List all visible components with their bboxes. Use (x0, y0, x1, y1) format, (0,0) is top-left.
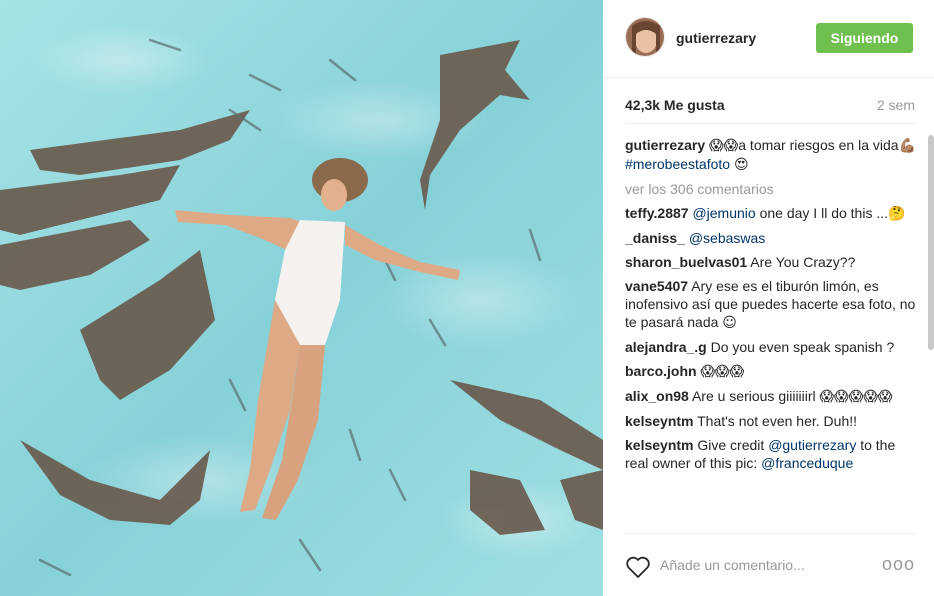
comment-username[interactable]: alix_on98 (625, 388, 689, 404)
profile-username[interactable]: gutierrezary (676, 30, 756, 46)
comment-text: Are You Crazy?? (750, 254, 856, 270)
smile-emoji: ☺ (722, 315, 737, 331)
comment-item: vane5407 Ary ese es el tiburón limón, es… (625, 277, 917, 332)
caption: gutierrezary 😱😱a tomar riesgos en la vid… (625, 136, 917, 174)
comment-username[interactable]: sharon_buelvas01 (625, 254, 747, 270)
comment-mention[interactable]: @sebaswas (689, 230, 765, 246)
comment-username[interactable]: vane5407 (625, 278, 688, 294)
avatar-image (626, 18, 664, 56)
comment-text: one day I ll do this ... (755, 205, 888, 221)
post-stats: 42,3k Me gusta 2 sem (625, 97, 915, 117)
comment-item: alejandra_.g Do you even speak spanish ? (625, 338, 917, 356)
heart-outline-icon[interactable] (625, 555, 651, 579)
thinking-emoji: 🤔 (888, 206, 906, 222)
comment-text: That's not even her. Duh!! (697, 413, 858, 429)
comment-username[interactable]: kelseyntm (625, 437, 693, 453)
comments-list[interactable]: gutierrezary 😱😱a tomar riesgos en la vid… (625, 123, 917, 533)
more-options-icon[interactable]: ooo (882, 554, 915, 575)
avatar[interactable] (625, 17, 665, 57)
comment-item: alix_on98 Are u serious giiiiiiirl 😱😱😱😱😱 (625, 387, 917, 406)
post-panel: gutierrezary Siguiendo 42,3k Me gusta 2 … (603, 0, 934, 596)
caption-username[interactable]: gutierrezary (625, 137, 705, 153)
post-time[interactable]: 2 sem (877, 97, 915, 113)
comment-username[interactable]: kelseyntm (625, 413, 693, 429)
muscle-emoji: 💪🏽 (898, 138, 916, 154)
scream-emoji: 😱😱😱 (700, 364, 745, 380)
comment-item: sharon_buelvas01 Are You Crazy?? (625, 253, 917, 271)
post-image (0, 0, 603, 596)
scream-emoji: 😱😱 (709, 138, 739, 154)
comment-username[interactable]: teffy.2887 (625, 205, 689, 221)
comment-username[interactable]: barco.john (625, 363, 697, 379)
comments-scrollbar[interactable] (928, 135, 934, 350)
comment-username[interactable]: _daniss_ (625, 230, 685, 246)
add-comment-input[interactable] (660, 557, 860, 573)
comment-mention[interactable]: @franceduque (761, 455, 853, 471)
likes-count[interactable]: 42,3k Me gusta (625, 97, 725, 113)
comment-text: Do you even speak spanish ? (710, 339, 895, 355)
following-button[interactable]: Siguiendo (816, 23, 913, 53)
comment-username[interactable]: alejandra_.g (625, 339, 707, 355)
comment-bar: ooo (625, 533, 915, 596)
view-all-comments-link[interactable]: ver los 306 comentarios (625, 180, 917, 198)
comment-item: kelseyntm Give credit @gutierrezary to t… (625, 436, 917, 472)
caption-text: a tomar riesgos en la vida (738, 137, 899, 153)
comment-item: _daniss_ @sebaswas (625, 229, 917, 247)
comment-mention[interactable]: @jemunio (692, 205, 755, 221)
caption-hashtag[interactable]: #merobeestafoto (625, 156, 730, 172)
post-header: gutierrezary Siguiendo (603, 0, 934, 78)
comment-mention[interactable]: @gutierrezary (768, 437, 856, 453)
comment-item: teffy.2887 @jemunio one day I ll do this… (625, 204, 917, 223)
heart-eyes-emoji: 😍 (733, 157, 749, 173)
scream-emoji: 😱😱😱😱😱 (819, 389, 893, 405)
comment-item: barco.john 😱😱😱 (625, 362, 917, 381)
post-photo[interactable] (0, 0, 603, 596)
comment-text: Are u serious giiiiiiirl (691, 388, 820, 404)
comment-item: kelseyntm That's not even her. Duh!! (625, 412, 917, 430)
